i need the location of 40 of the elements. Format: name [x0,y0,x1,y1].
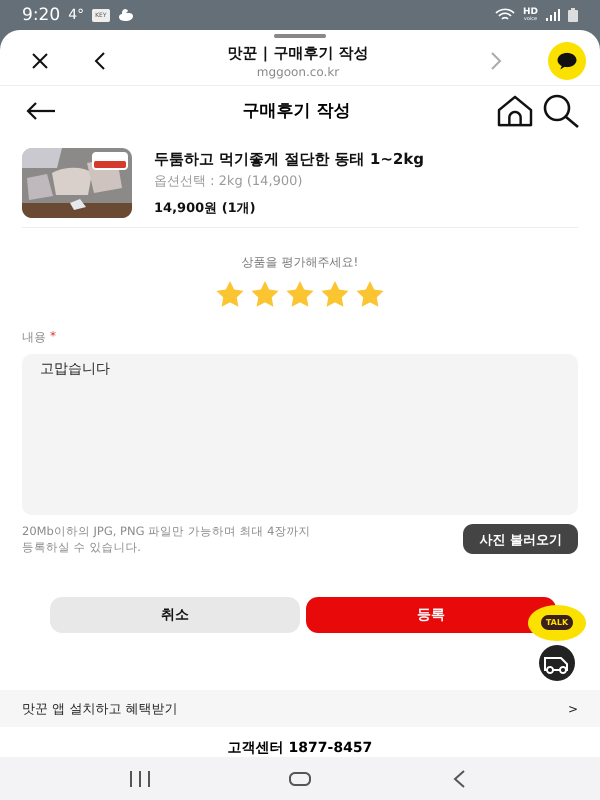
star-icon[interactable] [356,281,384,308]
product-price: 14,900원 (1개) [154,200,257,218]
page-title: 맛꾼 | 구매후기 작성 [226,44,370,63]
page-heading: 구매후기 작성 [242,100,352,122]
status-time: 9:20 [22,5,60,25]
content-label: 내용 [22,329,46,346]
battery-icon [568,8,578,22]
status-temperature: 4° [68,7,84,23]
talk-bubble: TALK [540,615,574,630]
home-button-icon[interactable] [288,770,312,788]
search-icon[interactable] [542,94,580,128]
cancel-button[interactable]: 취소 [50,596,300,633]
back-icon[interactable] [94,51,106,72]
recent-apps-icon[interactable] [128,770,152,788]
product-option: 옵션선택 : 2kg (14,900) [154,172,424,190]
page-url: mggoon.co.kr [256,64,340,79]
talk-button[interactable]: TALK [528,604,586,641]
star-icon[interactable] [251,281,279,308]
star-icon[interactable] [216,281,244,308]
product-name: 두툼하고 먹기좋게 절단한 동태 1~2kg [154,150,424,170]
required-mark: * [50,329,56,346]
chat-bubble-icon[interactable] [548,42,586,80]
network-label: HD [522,8,538,17]
chevron-text: > [568,702,578,716]
load-photo-button[interactable]: 사진 불러오기 [463,524,578,554]
customer-center-text: 고객센터 1877-8457 [226,739,374,757]
star-icon[interactable] [321,281,349,308]
home-icon[interactable] [496,94,534,127]
review-text-field[interactable]: 고맙습니다 [22,354,578,515]
app-install-banner[interactable]: 맛꾼 앱 설치하고 혜택받기 > [0,690,600,727]
back-arrow-icon[interactable] [25,100,57,121]
rating-prompt: 상품을 평가해주세요! [242,254,358,272]
banner-text: 맛꾼 앱 설치하고 혜택받기 [22,700,178,718]
close-icon[interactable] [30,51,50,72]
wifi-icon [494,8,515,22]
drag-handle[interactable] [274,34,326,38]
signal-icon [546,9,560,21]
upload-hint: 20Mb이하의 JPG, PNG 파일만 가능하며 최대 4장까지 등록하실 수 있습니다. [22,522,310,555]
duck-icon [118,8,134,22]
star-icon[interactable] [286,281,314,308]
